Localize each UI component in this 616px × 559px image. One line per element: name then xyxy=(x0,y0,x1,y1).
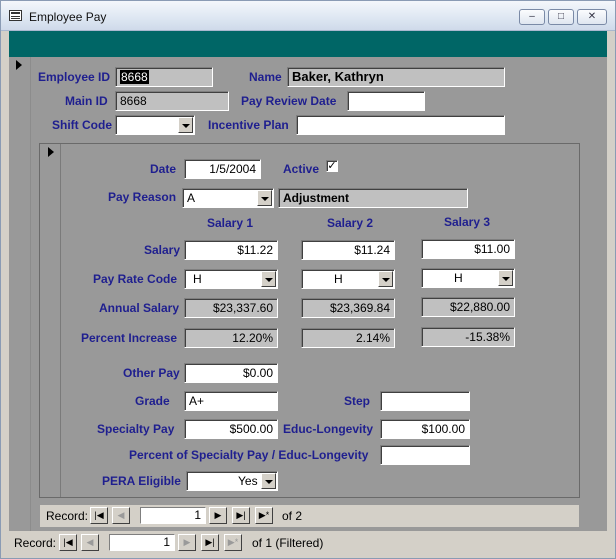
subform-record-selector[interactable] xyxy=(40,144,61,497)
next-record-icon[interactable]: ▶ xyxy=(209,507,227,524)
percent-increase-label: Percent Increase xyxy=(81,331,178,345)
percent-specialty-field[interactable] xyxy=(380,445,470,465)
subform-record-label: Record: xyxy=(46,509,89,523)
subform-navigation-bar: Record: |◀ ◀ 1 ▶ ▶| ▶* of 2 xyxy=(40,505,579,527)
chevron-down-icon[interactable] xyxy=(178,117,193,133)
chevron-down-icon[interactable] xyxy=(498,270,513,286)
pay-rate-code-3-combo[interactable]: H xyxy=(421,268,515,288)
employee-id-label: Employee ID xyxy=(38,70,111,84)
annual-salary-2-field: $23,369.84 xyxy=(301,298,395,318)
close-button[interactable]: ✕ xyxy=(577,9,607,25)
active-label: Active xyxy=(283,162,320,176)
name-label: Name xyxy=(249,70,282,84)
pay-rate-code-label: Pay Rate Code xyxy=(93,272,178,286)
previous-record-icon[interactable]: ◀ xyxy=(112,507,130,524)
date-field[interactable]: 1/5/2004 xyxy=(184,159,261,179)
main-id-field[interactable]: 8668 xyxy=(115,91,229,111)
subform-record-count: of 2 xyxy=(282,509,303,523)
employee-id-value: 8668 xyxy=(120,70,149,84)
educ-longevity-label: Educ-Longevity xyxy=(283,422,374,436)
last-record-icon[interactable]: ▶| xyxy=(232,507,250,524)
main-id-label: Main ID xyxy=(65,94,108,108)
first-record-icon[interactable]: |◀ xyxy=(59,534,77,551)
main-record-label: Record: xyxy=(14,536,57,550)
pay-rate-code-1-combo[interactable]: H xyxy=(184,269,278,289)
annual-salary-label: Annual Salary xyxy=(99,301,180,315)
pera-eligible-label: PERA Eligible xyxy=(102,474,181,488)
shift-code-combo[interactable] xyxy=(115,115,195,135)
form-header xyxy=(9,31,607,57)
specialty-pay-label: Specialty Pay xyxy=(97,422,175,436)
pera-eligible-combo[interactable]: Yes xyxy=(186,471,278,491)
pay-rate-code-1-value: H xyxy=(193,272,202,286)
salary-3-field[interactable]: $11.00 xyxy=(421,239,515,259)
name-field[interactable]: Baker, Kathryn xyxy=(287,67,505,87)
other-pay-label: Other Pay xyxy=(123,366,180,380)
other-pay-field[interactable]: $0.00 xyxy=(184,363,278,383)
new-record-icon[interactable]: ▶* xyxy=(255,507,273,524)
percent-increase-3-field: -15.38% xyxy=(421,327,515,347)
salary-2-header: Salary 2 xyxy=(327,216,374,230)
form-icon xyxy=(9,10,22,21)
pay-reason-label: Pay Reason xyxy=(108,190,177,204)
annual-salary-3-field: $22,880.00 xyxy=(421,297,515,317)
percent-specialty-label: Percent of Specialty Pay / Educ-Longevit… xyxy=(129,448,369,462)
grade-field[interactable]: A+ xyxy=(184,391,278,411)
current-subrecord-arrow-icon xyxy=(48,147,54,157)
current-record-arrow-icon xyxy=(16,60,22,70)
chevron-down-icon[interactable] xyxy=(261,473,276,489)
subform-current-record-input[interactable]: 1 xyxy=(140,507,206,524)
chevron-down-icon[interactable] xyxy=(261,271,276,287)
main-navigation-bar: Record: |◀ ◀ 1 ▶ ▶| ▶* of 1 (Filtered) xyxy=(9,532,607,554)
pay-rate-code-2-combo[interactable]: H xyxy=(301,269,395,289)
minimize-button[interactable]: – xyxy=(519,9,545,25)
pay-review-date-field[interactable] xyxy=(347,91,425,111)
step-label: Step xyxy=(344,394,371,408)
employee-pay-window: Employee Pay – □ ✕ Employee ID 8668 Name… xyxy=(0,0,616,559)
record-selector[interactable] xyxy=(9,57,31,531)
chevron-down-icon[interactable] xyxy=(378,271,393,287)
salary-2-field[interactable]: $11.24 xyxy=(301,240,395,260)
employee-id-field[interactable]: 8668 xyxy=(115,67,213,87)
chevron-down-icon[interactable] xyxy=(257,190,272,206)
pay-reason-description: Adjustment xyxy=(278,188,468,208)
main-record-count: of 1 (Filtered) xyxy=(252,536,324,550)
incentive-plan-label: Incentive Plan xyxy=(208,118,289,132)
previous-record-icon[interactable]: ◀ xyxy=(81,534,99,551)
first-record-icon[interactable]: |◀ xyxy=(90,507,108,524)
maximize-button[interactable]: □ xyxy=(548,9,574,25)
percent-increase-2-field: 2.14% xyxy=(301,328,395,348)
grade-label: Grade xyxy=(135,394,170,408)
step-field[interactable] xyxy=(380,391,470,411)
title-bar: Employee Pay – □ ✕ xyxy=(1,1,615,31)
salary-3-header: Salary 3 xyxy=(444,215,491,229)
window-title: Employee Pay xyxy=(29,10,107,24)
pay-review-date-label: Pay Review Date xyxy=(241,94,337,108)
new-record-icon[interactable]: ▶* xyxy=(224,534,242,551)
annual-salary-1-field: $23,337.60 xyxy=(184,298,278,318)
salary-1-header: Salary 1 xyxy=(207,216,254,230)
main-current-record-input[interactable]: 1 xyxy=(109,534,175,551)
educ-longevity-field[interactable]: $100.00 xyxy=(380,419,470,439)
active-checkbox[interactable]: ✓ xyxy=(326,160,338,172)
pay-rate-code-3-value: H xyxy=(454,271,463,285)
specialty-pay-field[interactable]: $500.00 xyxy=(184,419,278,439)
date-label: Date xyxy=(150,162,177,176)
pera-eligible-value: Yes xyxy=(238,474,258,488)
last-record-icon[interactable]: ▶| xyxy=(201,534,219,551)
incentive-plan-field[interactable] xyxy=(296,115,505,135)
salary-label: Salary xyxy=(144,243,181,257)
percent-increase-1-field: 12.20% xyxy=(184,328,278,348)
salary-1-field[interactable]: $11.22 xyxy=(184,240,278,260)
pay-reason-combo[interactable]: A xyxy=(182,188,274,208)
shift-code-label: Shift Code xyxy=(52,118,112,132)
pay-rate-code-2-value: H xyxy=(334,272,343,286)
pay-reason-code-value: A xyxy=(187,191,196,205)
next-record-icon[interactable]: ▶ xyxy=(178,534,196,551)
